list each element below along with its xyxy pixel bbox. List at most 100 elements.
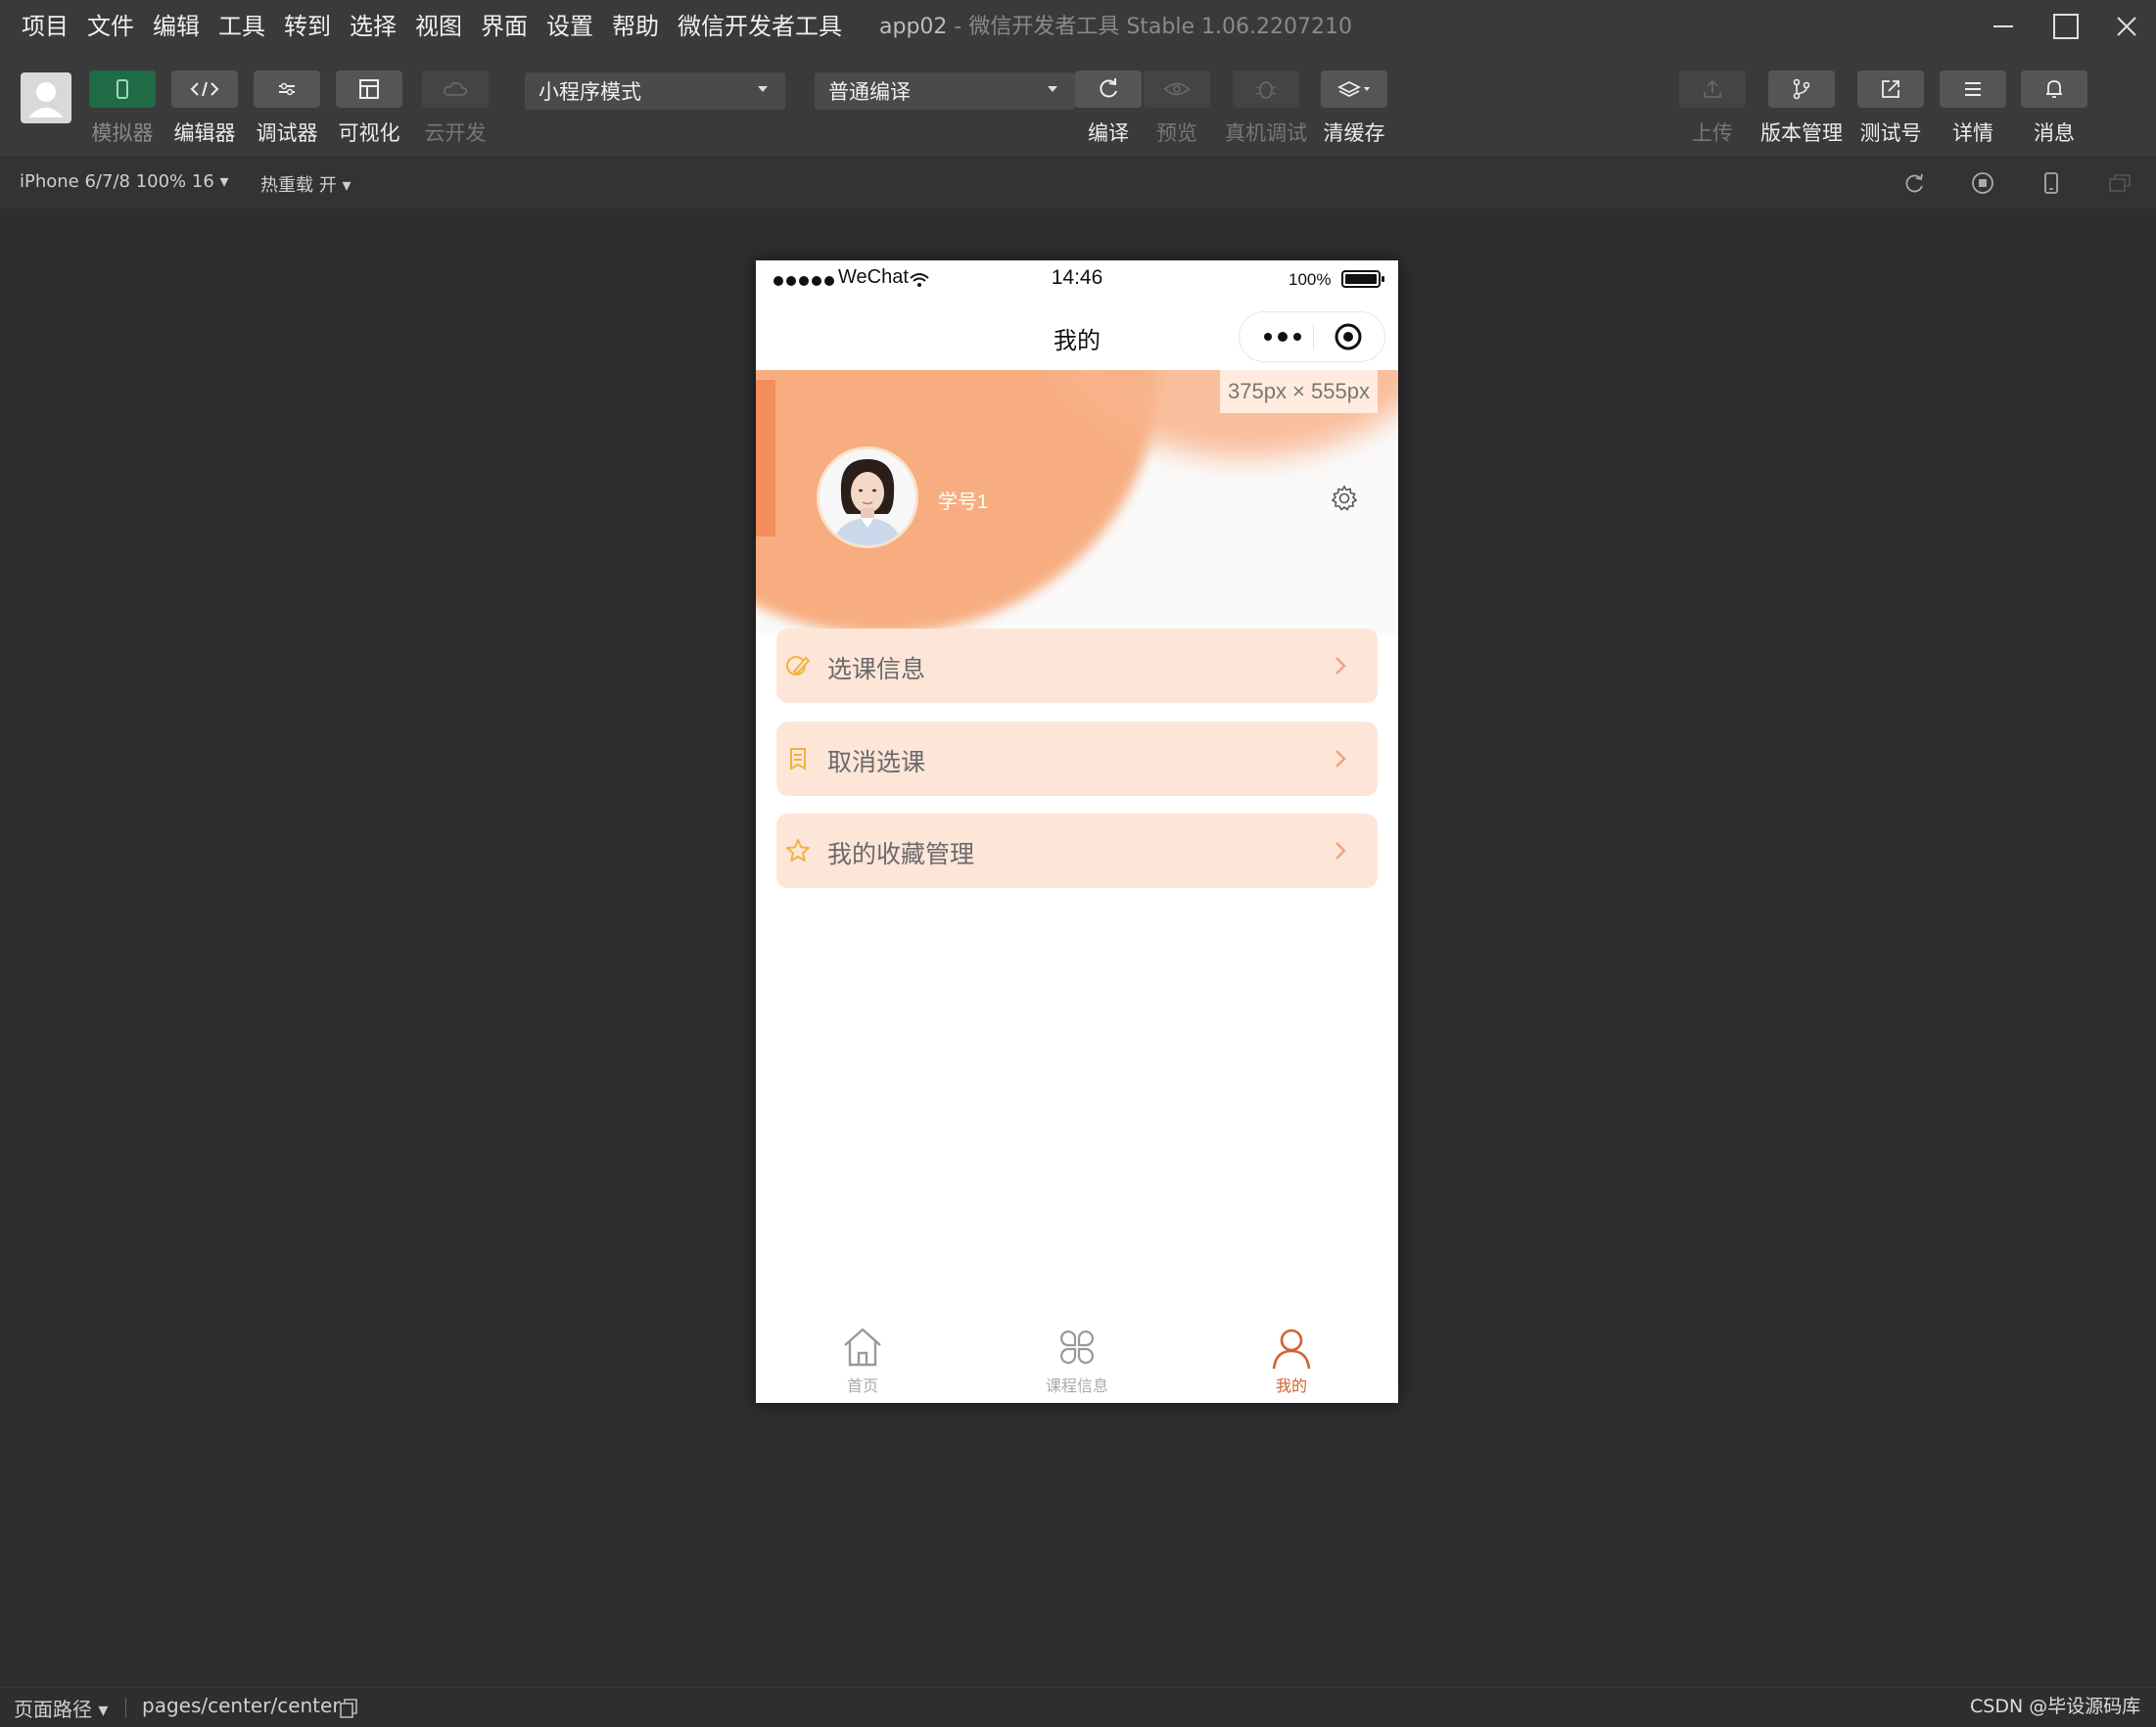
upload-label: 上传 [1692,121,1733,145]
menu-goto[interactable]: 转到 [284,12,331,41]
battery-percent: 100% [1289,270,1332,289]
sliders-icon [279,82,295,96]
detach-window-button[interactable] [2106,169,2133,197]
cloud-box [422,70,489,108]
layers-icon [1337,80,1370,98]
tab-label: 我的 [1275,1378,1307,1395]
menu-item-favorites[interactable]: 我的收藏管理 [776,814,1378,888]
device-frame-button[interactable] [2038,169,2065,197]
menu-wechat-devtools[interactable]: 微信开发者工具 [678,12,842,41]
home-icon [844,1328,881,1367]
menu-edit[interactable]: 编辑 [153,12,200,41]
upload-box [1679,70,1746,108]
hot-reload-toggle[interactable]: 热重载 开 ▾ [260,171,351,197]
phone-icon [2044,172,2058,194]
cloud-button[interactable]: 云开发 [421,70,490,147]
more-dots-icon [1264,332,1301,342]
menu-view[interactable]: 视图 [415,12,462,41]
compile-box [1075,70,1142,108]
menu-item-course-info[interactable]: 选课信息 [776,629,1378,703]
settings-gear-icon[interactable] [1329,483,1360,514]
external-link-icon [1882,80,1899,98]
avatar[interactable] [817,446,918,548]
simulator-label: 模拟器 [91,121,154,145]
record-icon [1972,172,1993,194]
minimize-button[interactable] [1984,10,2023,43]
menu-item-cancel-course[interactable]: 取消选课 [776,722,1378,796]
version-button[interactable]: 版本管理 [1760,70,1843,147]
window-title: app02 - 微信开发者工具 Stable 1.06.2207210 [879,13,1352,42]
status-bar: WeChat 14:46 100% [756,260,1398,300]
visual-box [336,70,402,108]
version-label: 版本管理 [1760,121,1843,145]
pencil-icon [786,656,811,676]
remote-debug-box [1233,70,1299,108]
visual-button[interactable]: 可视化 [335,70,403,147]
window-title-app: app02 [879,15,948,39]
copy-icon[interactable] [339,1698,358,1719]
editor-box [171,70,238,108]
details-button[interactable]: 详情 [1939,70,2007,147]
record-button[interactable] [1969,169,1996,197]
editor-button[interactable]: 编辑器 [170,70,239,147]
toolbar: 模拟器 编辑器 调试器 可视化 云开发 小程序模式 普通编译 编译 预览 真机调… [0,53,2156,157]
compile-mode-select-value: 普通编译 [828,80,911,104]
device-select[interactable]: iPhone 6/7/8 100% 16 ▾ [20,171,229,192]
window-title-sub: - 微信开发者工具 Stable 1.06.2207210 [947,15,1352,39]
capsule-menu [1239,311,1385,362]
menu-settings[interactable]: 设置 [546,12,593,41]
bug-icon [1255,81,1277,99]
star-icon [786,839,810,862]
debugger-button[interactable]: 调试器 [253,70,321,147]
footer-divider [125,1698,126,1717]
tab-bar: 首页 课程信息 我的 [756,1318,1398,1403]
menu-lines-icon [1965,82,1981,96]
rotate-button[interactable] [1900,169,1928,197]
more-button[interactable] [1253,324,1312,350]
page-path-toggle[interactable]: 页面路径 ▾ [14,1694,108,1722]
upload-button[interactable]: 上传 [1678,70,1747,147]
code-icon [190,81,219,97]
maximize-icon [2053,14,2079,39]
mode-select[interactable]: 小程序模式 [525,72,785,110]
menu-project[interactable]: 项目 [22,12,69,41]
menu-tools[interactable]: 工具 [218,12,265,41]
compile-button[interactable]: 编译 [1074,70,1143,147]
chevron-right-icon [1336,750,1346,768]
chevron-right-icon [1336,657,1346,675]
remote-debug-button[interactable]: 真机调试 [1225,70,1307,147]
tab-mine[interactable]: 我的 [1185,1318,1398,1403]
messages-label: 消息 [2034,121,2075,145]
preview-button[interactable]: 预览 [1143,70,1211,147]
menu-file[interactable]: 文件 [87,12,134,41]
refresh-icon [1100,78,1117,98]
tab-course-info[interactable]: 课程信息 [970,1318,1184,1403]
maximize-button[interactable] [2046,10,2086,43]
close-miniprogram-button[interactable] [1335,323,1362,350]
compile-label: 编译 [1088,121,1129,145]
visual-label: 可视化 [338,121,400,145]
compile-mode-select[interactable]: 普通编译 [815,72,1075,110]
minimize-icon [1993,25,2013,27]
clear-cache-button[interactable]: 清缓存 [1320,70,1388,147]
phone-simulator: WeChat 14:46 100% 我的 375px × 555px 学号1 选… [756,260,1398,1403]
cloud-icon [443,81,468,96]
test-account-label: 测试号 [1859,121,1922,145]
close-button[interactable] [2107,10,2146,43]
menu-label: 取消选课 [827,749,926,776]
tab-home[interactable]: 首页 [756,1318,969,1403]
version-box [1768,70,1835,108]
menu-select[interactable]: 选择 [350,12,397,41]
clear-cache-label: 清缓存 [1323,121,1385,145]
menu-help[interactable]: 帮助 [612,12,659,41]
simulator-button[interactable]: 模拟器 [88,70,157,147]
test-account-button[interactable]: 测试号 [1856,70,1925,147]
menu-label: 选课信息 [827,656,926,683]
cloud-label: 云开发 [424,121,487,145]
messages-button[interactable]: 消息 [2020,70,2088,147]
capsule-divider [1313,324,1314,350]
menu-interface[interactable]: 界面 [481,12,528,41]
layout-icon [359,79,379,99]
user-avatar-button[interactable] [21,72,71,123]
dimension-label: 375px × 555px [1220,370,1378,413]
